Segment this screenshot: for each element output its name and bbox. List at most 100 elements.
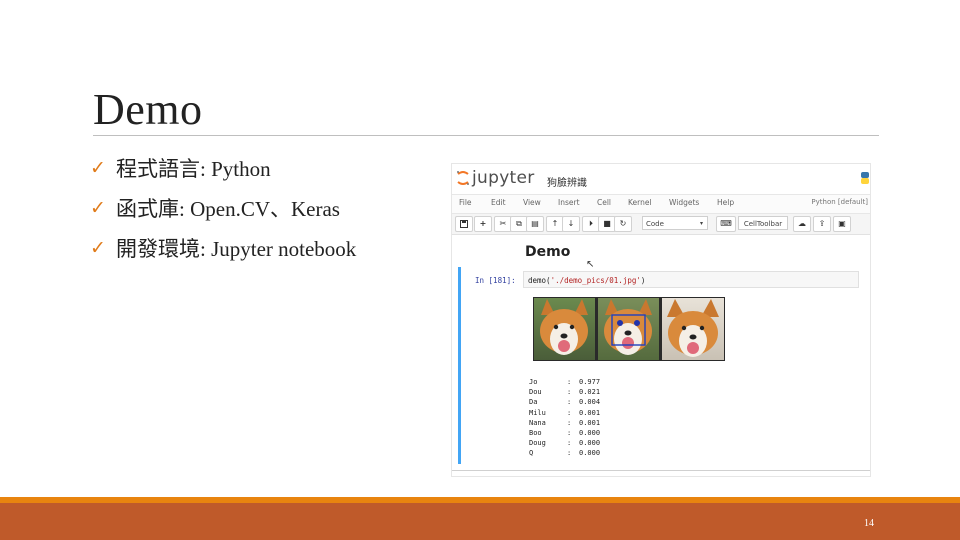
result-score: 0.001 <box>579 408 601 417</box>
chevron-down-icon: ▾ <box>699 220 703 227</box>
bullet-library: ✓ 函式庫: Open.CV、Keras <box>90 188 356 228</box>
menu-cell[interactable]: Cell <box>597 198 611 207</box>
notebook-heading: Demo <box>525 244 571 260</box>
result-score: 0.001 <box>579 418 601 427</box>
notebook-toolbar: + ✂ ⧉ ▤ ↑ ↓ ⏵ ■ ↻ Code ▾ ⌨ CellToolbar ☁… <box>452 214 870 235</box>
kernel-indicator: Python [default] <box>811 198 868 206</box>
bullet-environment: ✓ 開發環境: Jupyter notebook <box>90 228 356 268</box>
menu-edit[interactable]: Edit <box>491 198 506 207</box>
screenshot-bottom-border <box>452 470 870 471</box>
menu-file[interactable]: File <box>459 198 472 207</box>
output-image <box>533 297 725 361</box>
title-divider <box>93 135 879 136</box>
result-separator: : <box>567 378 572 386</box>
present-icon: ▣ <box>838 219 846 228</box>
menu-help[interactable]: Help <box>717 198 734 207</box>
result-row: Boo:0.000 <box>529 428 600 438</box>
code-input[interactable]: demo('./demo_pics/01.jpg') <box>523 271 859 288</box>
footer-bar <box>0 503 960 540</box>
result-row: Q:0.000 <box>529 448 600 458</box>
menu-view[interactable]: View <box>523 198 541 207</box>
result-separator: : <box>567 408 572 417</box>
result-separator: : <box>567 429 572 438</box>
cloud-icon: ☁ <box>798 219 806 228</box>
arrow-down-icon: ↓ <box>567 219 575 228</box>
page-number: 14 <box>864 518 874 529</box>
bullet-list: ✓ 程式語言: Python ✓ 函式庫: Open.CV、Keras ✓ 開發… <box>90 148 356 268</box>
bullet-text: 函式庫: Open.CV、Keras <box>116 197 340 221</box>
result-row: Jo:0.977 <box>529 377 600 387</box>
result-name: Da <box>529 398 538 407</box>
result-score: 0.000 <box>579 439 601 448</box>
result-name: Milu <box>529 408 546 417</box>
result-separator: : <box>567 398 572 407</box>
jupyter-screenshot: jupyter 狗臉辨識 File Edit View Insert Cell … <box>452 164 870 476</box>
result-name: Q <box>529 449 534 458</box>
result-row: Doug:0.000 <box>529 438 600 448</box>
menu-bar: File Edit View Insert Cell Kernel Widget… <box>452 194 870 214</box>
result-row: Da:0.004 <box>529 397 600 407</box>
result-row: Nana:0.001 <box>529 418 600 428</box>
result-score: 0.000 <box>579 449 601 458</box>
result-separator: : <box>567 388 572 397</box>
check-icon: ✓ <box>90 157 106 179</box>
code-close: ) <box>640 276 646 285</box>
code-call: demo( <box>528 276 551 285</box>
result-score: 0.977 <box>579 378 601 386</box>
result-row: Milu:0.001 <box>529 408 600 418</box>
result-name: Dou <box>529 388 542 397</box>
result-name: Boo <box>529 429 542 438</box>
cell-type-select[interactable]: Code ▾ <box>642 216 708 230</box>
floppy-disk-icon <box>460 220 468 228</box>
save-button[interactable] <box>455 216 473 232</box>
insert-cell-button[interactable]: + <box>474 216 492 232</box>
cell-prompt: In [181]: <box>475 276 516 285</box>
jupyter-logo-icon <box>457 171 469 185</box>
stop-icon: ■ <box>603 219 611 228</box>
menu-widgets[interactable]: Widgets <box>669 198 699 207</box>
code-string: './demo_pics/01.jpg' <box>550 276 641 285</box>
paste-button[interactable]: ▤ <box>526 216 544 232</box>
result-score: 0.000 <box>579 429 601 438</box>
jupyter-header: jupyter 狗臉辨識 <box>452 164 870 192</box>
result-name: Jo <box>529 378 538 386</box>
restart-button[interactable]: ↻ <box>614 216 632 232</box>
slide-title: Demo <box>93 85 203 134</box>
python-logo-icon <box>861 172 869 184</box>
publish-button[interactable]: ⇪ <box>813 216 831 232</box>
jupyter-wordmark: jupyter <box>472 168 535 188</box>
result-name: Doug <box>529 439 546 448</box>
result-separator: : <box>567 418 572 427</box>
check-icon: ✓ <box>90 237 106 259</box>
celltoolbar-button[interactable]: CellToolbar <box>738 216 788 230</box>
command-palette-button[interactable]: ⌨ <box>716 216 736 232</box>
upload-button[interactable]: ☁ <box>793 216 811 232</box>
result-row: Dou:0.021 <box>529 387 600 397</box>
run-icon: ⏵ <box>589 219 593 228</box>
move-down-button[interactable]: ↓ <box>562 216 580 232</box>
result-separator: : <box>567 439 572 448</box>
publish-icon: ⇪ <box>818 219 826 228</box>
plus-icon: + <box>479 219 487 228</box>
result-name: Nana <box>529 418 546 427</box>
code-cell[interactable]: In [181]: demo('./demo_pics/01.jpg') Jo … <box>458 267 867 464</box>
keyboard-icon: ⌨ <box>720 219 732 228</box>
check-icon: ✓ <box>90 197 106 219</box>
scissors-icon: ✂ <box>499 219 507 228</box>
mouse-cursor-icon: ↖ <box>586 259 595 270</box>
present-button[interactable]: ▣ <box>833 216 851 232</box>
arrow-up-icon: ↑ <box>551 219 559 228</box>
result-score: 0.004 <box>579 398 601 407</box>
menu-insert[interactable]: Insert <box>558 198 580 207</box>
bullet-language: ✓ 程式語言: Python <box>90 148 356 188</box>
notebook-name[interactable]: 狗臉辨識 <box>547 174 587 189</box>
restart-icon: ↻ <box>619 219 627 228</box>
corgi-photos-image <box>534 298 724 360</box>
copy-icon: ⧉ <box>516 219 522 228</box>
bullet-text: 程式語言: Python <box>116 157 271 181</box>
result-score: 0.021 <box>579 388 601 397</box>
prediction-results: Jo:0.977 Dou:0.021 Da:0.004 Milu:0.001 N… <box>529 377 600 459</box>
menu-kernel[interactable]: Kernel <box>628 198 652 207</box>
cell-type-value: Code <box>646 220 664 228</box>
result-separator: : <box>567 449 572 458</box>
